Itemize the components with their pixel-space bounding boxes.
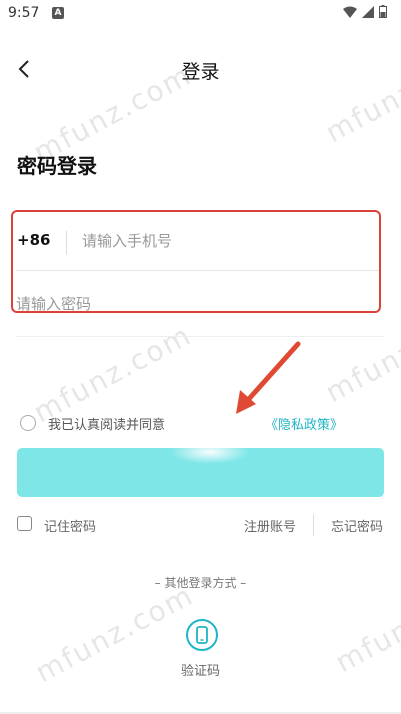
- sms-login-button[interactable]: [186, 619, 218, 651]
- page-title: 登录: [181, 61, 220, 83]
- section-title: 密码登录: [17, 154, 97, 178]
- phone-input[interactable]: 请输入手机号: [82, 230, 172, 251]
- status-icons: [343, 5, 387, 18]
- wifi-icon: [343, 6, 357, 18]
- divider: [66, 231, 67, 255]
- annotation-arrow-icon: [236, 341, 301, 414]
- remember-checkbox[interactable]: [17, 516, 32, 531]
- divider: [16, 336, 384, 337]
- sms-login-label[interactable]: 验证码: [0, 660, 401, 679]
- privacy-policy-link[interactable]: 《隐私政策》: [265, 414, 343, 433]
- button-glow: [170, 440, 250, 464]
- remember-password-label[interactable]: 记住密码: [44, 516, 96, 535]
- phone-icon: [196, 626, 208, 644]
- agreement-text: 我已认真阅读并同意: [48, 418, 166, 433]
- watermark: mfunz.com: [28, 318, 198, 430]
- country-code-selector[interactable]: +86: [17, 231, 50, 249]
- forgot-password-link[interactable]: 忘记密码: [331, 516, 383, 535]
- status-time: 9:57: [8, 5, 40, 21]
- agreement-radio[interactable]: [20, 415, 36, 431]
- signal-icon: [362, 5, 374, 18]
- watermark: mfunz.com: [320, 38, 401, 150]
- divider: [313, 514, 314, 536]
- battery-icon: [379, 5, 387, 18]
- register-link[interactable]: 注册账号: [244, 516, 296, 535]
- watermark: mfunz.com: [320, 298, 401, 410]
- notification-icon: A: [52, 7, 64, 19]
- other-login-title: – 其他登录方式 –: [154, 576, 247, 590]
- password-input[interactable]: 请输入密码: [16, 293, 91, 314]
- divider: [16, 270, 379, 271]
